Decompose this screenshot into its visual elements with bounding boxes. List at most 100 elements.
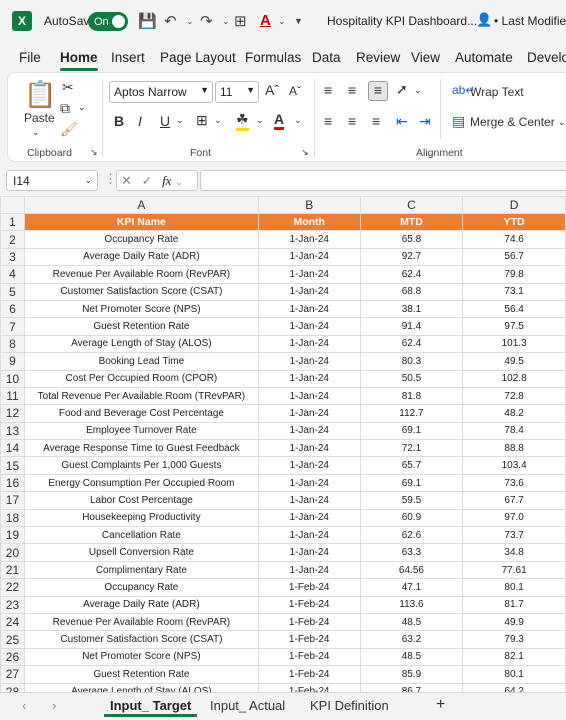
table-cell[interactable]: 69.1 — [359, 421, 464, 441]
table-cell[interactable]: 48.2 — [462, 404, 566, 423]
table-cell[interactable]: 56.7 — [462, 247, 566, 267]
table-cell[interactable]: 63.2 — [359, 630, 464, 649]
font-size-select[interactable]: 11 ▼ — [215, 81, 259, 103]
row-number[interactable]: 8 — [0, 334, 25, 354]
tab-insert[interactable]: Insert — [111, 50, 145, 65]
orientation-dropdown-icon[interactable]: ⌄ — [414, 85, 422, 96]
merge-center-icon[interactable]: ▤ — [452, 113, 465, 130]
font-color-dropdown-icon[interactable]: ⌄ — [294, 115, 302, 126]
redo-dropdown-icon[interactable]: ⌄ — [222, 16, 230, 27]
font-color-icon[interactable]: A — [274, 111, 285, 130]
table-cell[interactable]: 73.7 — [462, 526, 566, 545]
table-cell[interactable]: 62.6 — [359, 526, 464, 545]
row-number[interactable]: 22 — [0, 578, 25, 597]
row-number[interactable]: 14 — [0, 439, 25, 458]
table-cell[interactable]: 1-Jan-24 — [257, 404, 361, 423]
table-cell[interactable]: 1-Feb-24 — [257, 665, 361, 684]
table-cell[interactable]: 73.1 — [462, 282, 566, 301]
table-cell[interactable]: 1-Feb-24 — [257, 630, 361, 649]
last-modified[interactable]: • Last Modified — [494, 14, 566, 28]
row-number[interactable]: 11 — [0, 386, 25, 406]
italic-icon[interactable]: I — [138, 113, 142, 129]
align-bottom-icon[interactable]: ≡ — [368, 81, 388, 101]
table-cell[interactable]: Average Length of Stay (ALOS) — [23, 682, 259, 692]
column-header-b[interactable]: B — [257, 196, 361, 214]
row-number[interactable]: 10 — [0, 369, 25, 388]
header-cell[interactable]: YTD — [462, 212, 566, 232]
fill-color-dropdown-icon[interactable]: ⌄ — [256, 115, 264, 126]
column-header-d[interactable]: D — [462, 196, 566, 214]
table-cell[interactable]: 1-Jan-24 — [257, 369, 361, 388]
insert-function-icon[interactable]: fx — [162, 173, 171, 188]
font-launcher-icon[interactable]: ↘ — [301, 147, 309, 158]
table-cell[interactable]: 38.1 — [359, 299, 464, 319]
table-cell[interactable]: 62.4 — [359, 334, 464, 354]
scroll-left-icon[interactable]: ‹ — [22, 698, 26, 713]
chevron-down-icon[interactable]: ⌄ — [175, 177, 183, 187]
table-cell[interactable]: Guest Complaints Per 1,000 Guests — [23, 456, 259, 475]
row-number[interactable]: 15 — [0, 456, 25, 475]
table-cell[interactable]: 102.8 — [462, 369, 566, 388]
table-cell[interactable]: 82.1 — [462, 647, 566, 667]
table-cell[interactable]: 1-Feb-24 — [257, 578, 361, 597]
cut-icon[interactable]: ✂ — [62, 79, 74, 96]
table-cell[interactable]: Occupancy Rate — [23, 230, 259, 249]
table-cell[interactable]: 1-Jan-24 — [257, 299, 361, 319]
paste-dropdown-icon[interactable]: ⌄ — [32, 127, 40, 138]
add-sheet-button[interactable]: + — [436, 696, 445, 714]
table-cell[interactable]: 1-Jan-24 — [257, 560, 361, 580]
table-cell[interactable]: 48.5 — [359, 612, 464, 632]
table-cell[interactable]: Average Daily Rate (ADR) — [23, 595, 259, 614]
table-cell[interactable]: 73.6 — [462, 473, 566, 493]
underline-dropdown-icon[interactable]: ⌄ — [176, 115, 184, 126]
sheet-tab-input-actual[interactable]: Input_ Actual — [210, 698, 285, 713]
table-cell[interactable]: Total Revenue Per Available Room (TRevPA… — [23, 386, 259, 406]
row-number[interactable]: 20 — [0, 543, 25, 562]
row-number[interactable]: 1 — [0, 212, 25, 232]
table-cell[interactable]: Food and Beverage Cost Percentage — [23, 404, 259, 423]
table-cell[interactable]: Energy Consumption Per Occupied Room — [23, 473, 259, 493]
table-cell[interactable]: 1-Jan-24 — [257, 265, 361, 284]
table-cell[interactable]: Occupancy Rate — [23, 578, 259, 597]
table-cell[interactable]: 48.5 — [359, 647, 464, 667]
table-cell[interactable]: 79.3 — [462, 630, 566, 649]
align-top-icon[interactable]: ≡ — [324, 82, 332, 98]
formula-input[interactable] — [200, 170, 566, 191]
table-cell[interactable]: 85.9 — [359, 665, 464, 684]
tab-file[interactable]: File — [19, 50, 41, 65]
table-cell[interactable]: 67.7 — [462, 491, 566, 510]
table-cell[interactable]: 62.4 — [359, 265, 464, 284]
name-box[interactable]: I14 ⌄ — [6, 170, 98, 191]
table-cell[interactable]: 56.4 — [462, 299, 566, 319]
wrap-text-button[interactable]: Wrap Text — [470, 85, 524, 99]
customize-qat-icon[interactable]: ▼ — [294, 16, 303, 26]
table-cell[interactable]: 1-Jan-24 — [257, 247, 361, 267]
table-cell[interactable]: Average Response Time to Guest Feedback — [23, 439, 259, 458]
tab-developer[interactable]: Develop — [527, 50, 566, 65]
table-cell[interactable]: 103.4 — [462, 456, 566, 475]
header-cell[interactable]: MTD — [359, 212, 464, 232]
column-header-a[interactable]: A — [23, 196, 259, 214]
scroll-right-icon[interactable]: › — [52, 698, 56, 713]
table-cell[interactable]: 97.5 — [462, 317, 566, 336]
table-cell[interactable]: 50.5 — [359, 369, 464, 388]
table-cell[interactable]: 1-Jan-24 — [257, 526, 361, 545]
merge-center-button[interactable]: Merge & Center — [470, 115, 555, 129]
table-cell[interactable]: Average Length of Stay (ALOS) — [23, 334, 259, 354]
table-cell[interactable]: 1-Jan-24 — [257, 334, 361, 354]
autosave-toggle[interactable]: On — [88, 12, 128, 31]
table-cell[interactable]: 80.1 — [462, 578, 566, 597]
table-cell[interactable]: 65.8 — [359, 230, 464, 249]
table-cell[interactable]: Average Daily Rate (ADR) — [23, 247, 259, 267]
cancel-icon[interactable]: ✕ — [121, 173, 132, 188]
row-number[interactable]: 2 — [0, 230, 25, 249]
table-cell[interactable]: 79.8 — [462, 265, 566, 284]
table-cell[interactable]: 91.4 — [359, 317, 464, 336]
table-cell[interactable]: 81.7 — [462, 595, 566, 614]
table-cell[interactable]: Housekeeping Productivity — [23, 508, 259, 528]
table-cell[interactable]: Guest Retention Rate — [23, 665, 259, 684]
row-number[interactable]: 3 — [0, 247, 25, 267]
tab-automate[interactable]: Automate — [455, 50, 513, 65]
table-cell[interactable]: 88.8 — [462, 439, 566, 458]
table-cell[interactable]: Cost Per Occupied Room (CPOR) — [23, 369, 259, 388]
